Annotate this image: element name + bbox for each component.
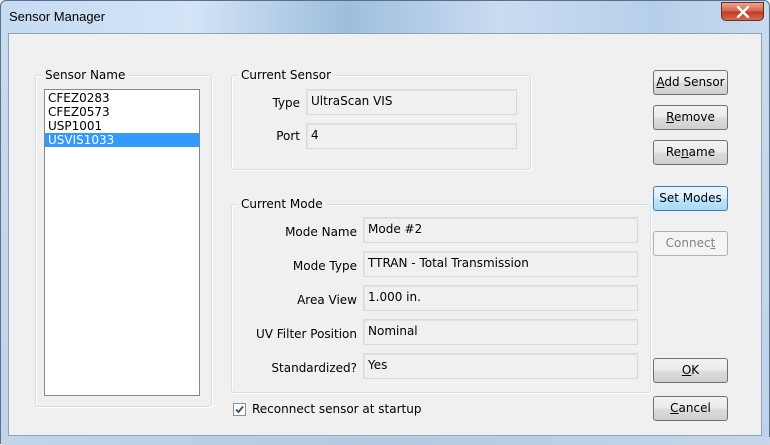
- remove-button[interactable]: Remove: [653, 105, 728, 130]
- checkmark-icon: [235, 405, 244, 414]
- ok-label: K: [691, 363, 700, 377]
- list-item[interactable]: USVIS1033: [45, 133, 199, 147]
- connect-mnemonic: t: [710, 236, 716, 250]
- rename-label-rest: ame: [688, 145, 716, 159]
- reconnect-checkbox[interactable]: [233, 403, 246, 416]
- set-modes-label: Set Modes: [659, 191, 722, 205]
- title-bar[interactable]: Sensor Manager: [1, 1, 769, 33]
- rename-mnemonic: n: [681, 145, 689, 159]
- mode-field-value: Mode #2: [363, 217, 638, 243]
- cancel-mnemonic: C: [670, 401, 679, 415]
- dialog-window: Sensor Manager Sensor Name CFEZ0283 CFEZ0…: [0, 0, 770, 445]
- sensor-listbox[interactable]: CFEZ0283 CFEZ0573 USP1001 USVIS1033: [44, 89, 200, 396]
- remove-mnemonic: R: [666, 110, 674, 124]
- ok-mnemonic: O: [681, 363, 692, 377]
- port-field: 4: [306, 123, 517, 149]
- cancel-button[interactable]: Cancel: [653, 396, 728, 421]
- mode-field-value: Nominal: [363, 319, 638, 345]
- mode-field-label: Mode Name: [285, 225, 357, 239]
- port-label: Port: [276, 129, 300, 143]
- current-mode-group-label: Current Mode: [238, 197, 326, 211]
- rename-label-pre: Re: [665, 145, 682, 159]
- list-item[interactable]: CFEZ0283: [45, 91, 199, 105]
- mode-field-label: Mode Type: [292, 259, 357, 273]
- cancel-label: ancel: [678, 401, 711, 415]
- remove-label: emove: [673, 110, 715, 124]
- list-item[interactable]: USP1001: [45, 119, 199, 133]
- mode-field-label: Area View: [297, 293, 357, 307]
- set-modes-button[interactable]: Set Modes: [653, 186, 728, 211]
- type-label: Type: [272, 96, 300, 110]
- mode-field-value: TTRAN - Total Transmission: [363, 251, 638, 277]
- sensor-name-group-label: Sensor Name: [42, 68, 129, 82]
- rename-button[interactable]: Rename: [653, 140, 728, 165]
- list-item[interactable]: CFEZ0573: [45, 105, 199, 119]
- type-field: UltraScan VIS: [306, 89, 517, 115]
- mode-field-label: Standardized?: [271, 361, 357, 375]
- connect-label-pre: Connec: [665, 236, 711, 250]
- ok-button[interactable]: OK: [653, 358, 728, 383]
- mode-field-value: 1.000 in.: [363, 285, 638, 311]
- current-sensor-group-label: Current Sensor: [238, 68, 335, 82]
- connect-button[interactable]: Connect: [653, 231, 728, 256]
- add-sensor-button[interactable]: Add Sensor: [653, 70, 728, 95]
- mode-field-value: Yes: [363, 353, 638, 379]
- close-button[interactable]: [721, 2, 764, 21]
- window-title: Sensor Manager: [9, 9, 106, 24]
- reconnect-checkbox-label[interactable]: Reconnect sensor at startup: [252, 402, 421, 416]
- mode-field-label: UV Filter Position: [255, 327, 357, 341]
- close-icon: [736, 6, 750, 18]
- add-sensor-label: dd Sensor: [664, 75, 725, 89]
